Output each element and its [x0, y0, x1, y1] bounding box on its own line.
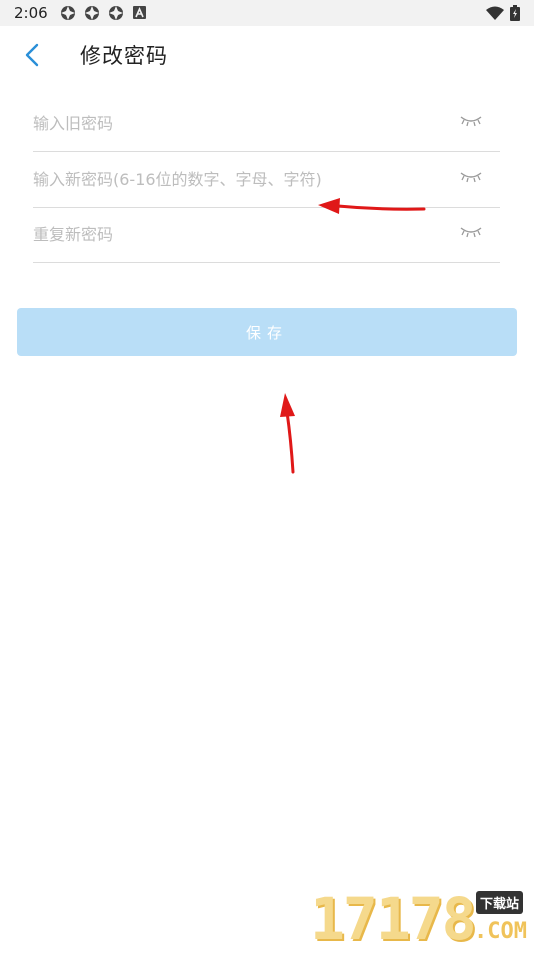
- settings-icon: [109, 6, 123, 20]
- status-time: 2:06: [14, 4, 48, 22]
- repeat-password-field: [33, 207, 500, 263]
- app-header: 修改密码: [0, 26, 534, 84]
- new-password-input[interactable]: [33, 162, 443, 196]
- old-password-input[interactable]: [33, 106, 443, 140]
- settings-icon: [61, 6, 75, 20]
- chevron-left-icon[interactable]: [22, 42, 44, 68]
- eye-closed-icon[interactable]: [460, 114, 482, 128]
- page-title: 修改密码: [80, 44, 168, 68]
- battery-charging-icon: [510, 5, 520, 21]
- annotation-arrow-save: [280, 393, 295, 474]
- repeat-password-input[interactable]: [33, 217, 443, 251]
- wifi-icon: [486, 6, 504, 20]
- status-notification-icons: [60, 5, 148, 21]
- eye-closed-icon[interactable]: [460, 225, 482, 239]
- old-password-field: [33, 96, 500, 152]
- eye-closed-icon[interactable]: [460, 170, 482, 184]
- new-password-field: [33, 152, 500, 208]
- watermark-suffix: .COM: [474, 919, 527, 944]
- save-button[interactable]: 保存: [17, 308, 517, 356]
- watermark-logo: 17178 下载站 .COM: [310, 885, 534, 953]
- text-a-icon: [133, 6, 146, 19]
- status-bar: 2:06: [0, 0, 534, 26]
- watermark-number: 17178: [310, 885, 477, 953]
- status-system-icons: [486, 5, 520, 21]
- watermark-badge: 下载站: [476, 891, 524, 914]
- settings-icon: [85, 6, 99, 20]
